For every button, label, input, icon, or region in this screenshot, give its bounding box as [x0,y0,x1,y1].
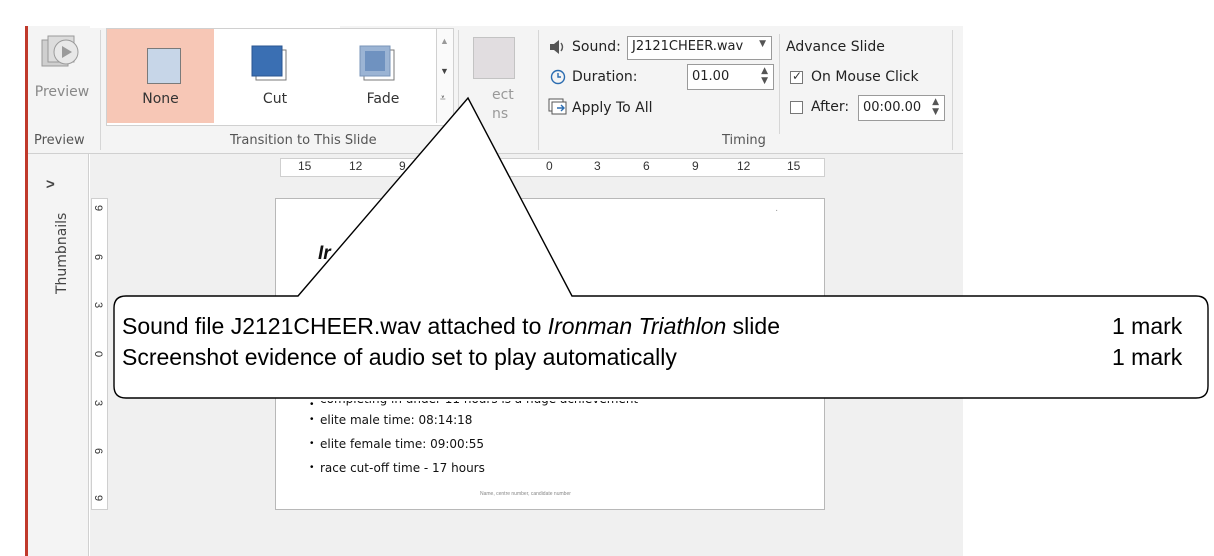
callout-line2: Screenshot evidence of audio set to play… [122,344,677,370]
annotation-callout [113,96,1209,399]
callout-line1: Sound file J2121CHEER.wav attached to Ir… [122,313,780,340]
callout-line1-suffix: slide [726,313,780,339]
callout-line1-italic: Ironman Triathlon [547,313,727,339]
callout-line2-mark: 1 mark [1112,344,1183,370]
callout-line1-mark: 1 mark [1112,313,1183,339]
callout-line1-prefix: Sound file J2121CHEER.wav attached to [122,313,548,339]
